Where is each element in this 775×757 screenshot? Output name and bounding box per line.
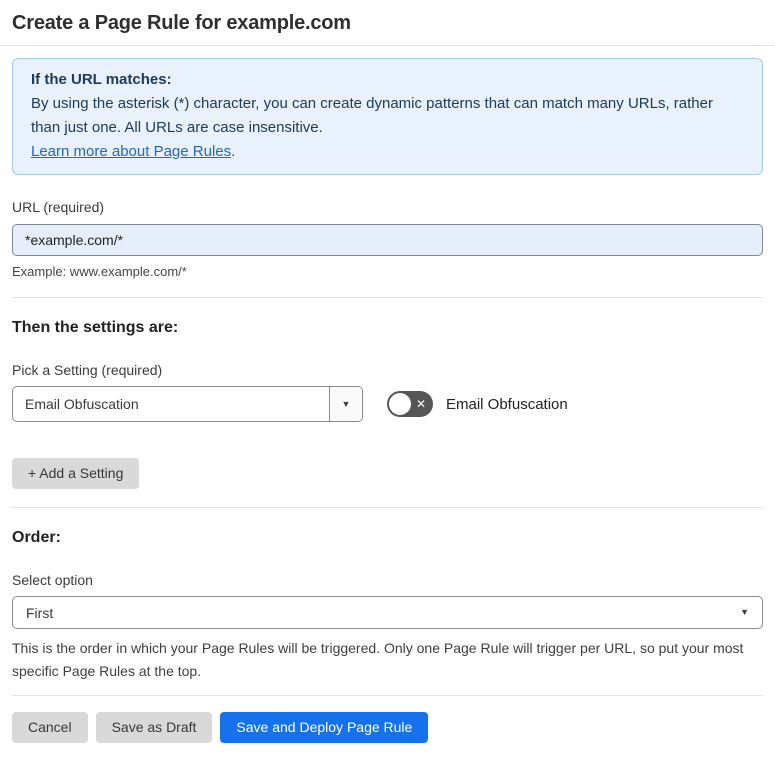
url-field-label: URL (required) <box>12 199 105 215</box>
setting-select-arrow-button[interactable]: ▼ <box>329 387 362 421</box>
order-section-heading: Order: <box>12 529 61 546</box>
setting-row: Email Obfuscation ▼ ✕ Email Obfuscation <box>12 386 763 422</box>
chevron-down-icon: ▼ <box>740 607 749 617</box>
settings-section-heading: Then the settings are: <box>12 319 179 336</box>
email-obfuscation-toggle[interactable]: ✕ <box>387 391 433 417</box>
divider <box>12 695 763 696</box>
url-example-text: Example: www.example.com/* <box>12 264 187 279</box>
chevron-down-icon: ▼ <box>341 398 351 409</box>
learn-more-link[interactable]: Learn more about Page Rules <box>31 143 231 160</box>
page-title: Create a Page Rule for example.com <box>12 12 351 34</box>
info-box-link-line: Learn more about Page Rules. <box>31 140 744 164</box>
order-select-value: First <box>26 604 54 621</box>
toggle-label: Email Obfuscation <box>446 395 568 413</box>
setting-select-value: Email Obfuscation <box>25 396 139 412</box>
setting-select[interactable]: Email Obfuscation ▼ <box>12 386 363 422</box>
add-setting-button[interactable]: + Add a Setting <box>12 458 140 489</box>
url-input[interactable] <box>12 224 763 256</box>
divider <box>12 297 763 298</box>
order-help-text: This is the order in which your Page Rul… <box>12 640 744 679</box>
url-match-info-box: If the URL matches: By using the asteris… <box>12 58 763 175</box>
info-box-heading: If the URL matches: <box>31 71 172 88</box>
order-select[interactable]: First ▼ <box>12 596 763 629</box>
pick-setting-label: Pick a Setting (required) <box>12 362 163 378</box>
link-period: . <box>231 143 236 160</box>
order-select-label: Select option <box>12 572 93 588</box>
toggle-knob <box>389 393 411 415</box>
info-box-body: By using the asterisk (*) character, you… <box>31 95 713 136</box>
divider <box>12 507 763 508</box>
create-page-rule-form: Create a Page Rule for example.com If th… <box>0 0 775 757</box>
toggle-off-x-icon: ✕ <box>415 397 426 411</box>
divider <box>0 45 775 46</box>
